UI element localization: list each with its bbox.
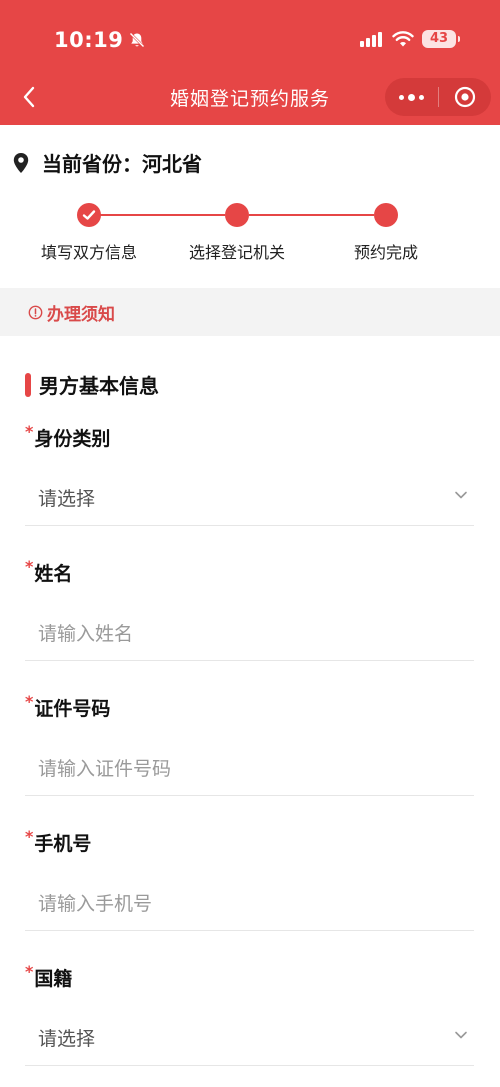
field-label: * 身份类别: [25, 424, 474, 454]
field-label-text: 手机号: [34, 833, 92, 855]
more-options-button[interactable]: [385, 78, 438, 116]
status-indicators: 43: [360, 30, 460, 48]
nationality-select[interactable]: 请选择: [25, 1008, 474, 1066]
app-header: 10:19 43 婚姻登记预约服务: [0, 0, 500, 125]
miniprogram-capsule: [385, 78, 491, 116]
step-3-indicator: [374, 203, 398, 227]
required-mark: *: [25, 557, 34, 576]
step-1-label: 填写双方信息: [40, 243, 137, 262]
close-miniprogram-button[interactable]: [439, 78, 491, 116]
info-circle-icon: [28, 305, 43, 319]
target-circle-icon: [454, 86, 476, 108]
location-pin-icon: [13, 152, 29, 173]
current-province: 当前省份：河北省: [12, 148, 202, 177]
step-connector-2: [249, 214, 374, 216]
wifi-icon: [392, 31, 414, 47]
field-name: * 姓名 请输入姓名: [25, 559, 474, 661]
field-label-text: 国籍: [34, 968, 73, 990]
province-label: 当前省份：河北省: [42, 152, 202, 176]
identity-type-select[interactable]: 请选择: [25, 468, 474, 526]
progress-steps: 填写双方信息 选择登记机关 预约完成: [0, 200, 500, 270]
bell-off-icon: [129, 32, 145, 48]
step-1-indicator: [77, 203, 101, 227]
handling-notice-link[interactable]: 办理须知: [0, 288, 500, 336]
required-mark: *: [25, 962, 34, 981]
required-mark: *: [25, 692, 34, 711]
field-nationality: * 国籍 请选择: [25, 964, 474, 1066]
field-label: * 手机号: [25, 829, 474, 859]
name-input[interactable]: 请输入姓名: [25, 603, 474, 661]
step-2-label: 选择登记机关: [188, 243, 285, 262]
step-connector-1: [100, 214, 225, 216]
check-icon: [82, 210, 96, 220]
field-phone: * 手机号 请输入手机号: [25, 829, 474, 931]
status-bar: 10:19 43: [0, 0, 500, 70]
select-value: 请选择: [38, 488, 96, 510]
notice-label: 办理须知: [47, 304, 115, 325]
section-title: 男方基本信息: [25, 370, 159, 399]
status-time-group: 10:19: [54, 28, 146, 52]
status-time: 10:19: [54, 28, 124, 52]
required-mark: *: [25, 422, 34, 441]
field-label-text: 证件号码: [34, 698, 111, 720]
step-2-indicator: [225, 203, 249, 227]
step-3-label: 预约完成: [353, 243, 418, 262]
chevron-down-icon: [455, 1031, 467, 1039]
chevron-down-icon: [455, 491, 467, 499]
input-placeholder: 请输入证件号码: [38, 758, 172, 780]
input-placeholder: 请输入姓名: [38, 623, 134, 645]
field-identity-type: * 身份类别 请选择: [25, 424, 474, 526]
field-id-number: * 证件号码 请输入证件号码: [25, 694, 474, 796]
nav-bar: 婚姻登记预约服务: [0, 70, 500, 125]
cellular-signal-icon: [360, 31, 384, 47]
section-title-text: 男方基本信息: [39, 374, 159, 398]
select-value: 请选择: [38, 1028, 96, 1050]
required-mark: *: [25, 827, 34, 846]
field-label-text: 姓名: [34, 563, 73, 585]
section-accent-bar: [25, 372, 31, 397]
id-number-input[interactable]: 请输入证件号码: [25, 738, 474, 796]
field-label-text: 身份类别: [34, 428, 111, 450]
field-label: * 证件号码: [25, 694, 474, 724]
battery-indicator: 43: [422, 30, 460, 48]
field-label: * 国籍: [25, 964, 474, 994]
input-placeholder: 请输入手机号: [38, 893, 153, 915]
phone-input[interactable]: 请输入手机号: [25, 873, 474, 931]
field-label: * 姓名: [25, 559, 474, 589]
more-dots-icon: [397, 93, 426, 101]
